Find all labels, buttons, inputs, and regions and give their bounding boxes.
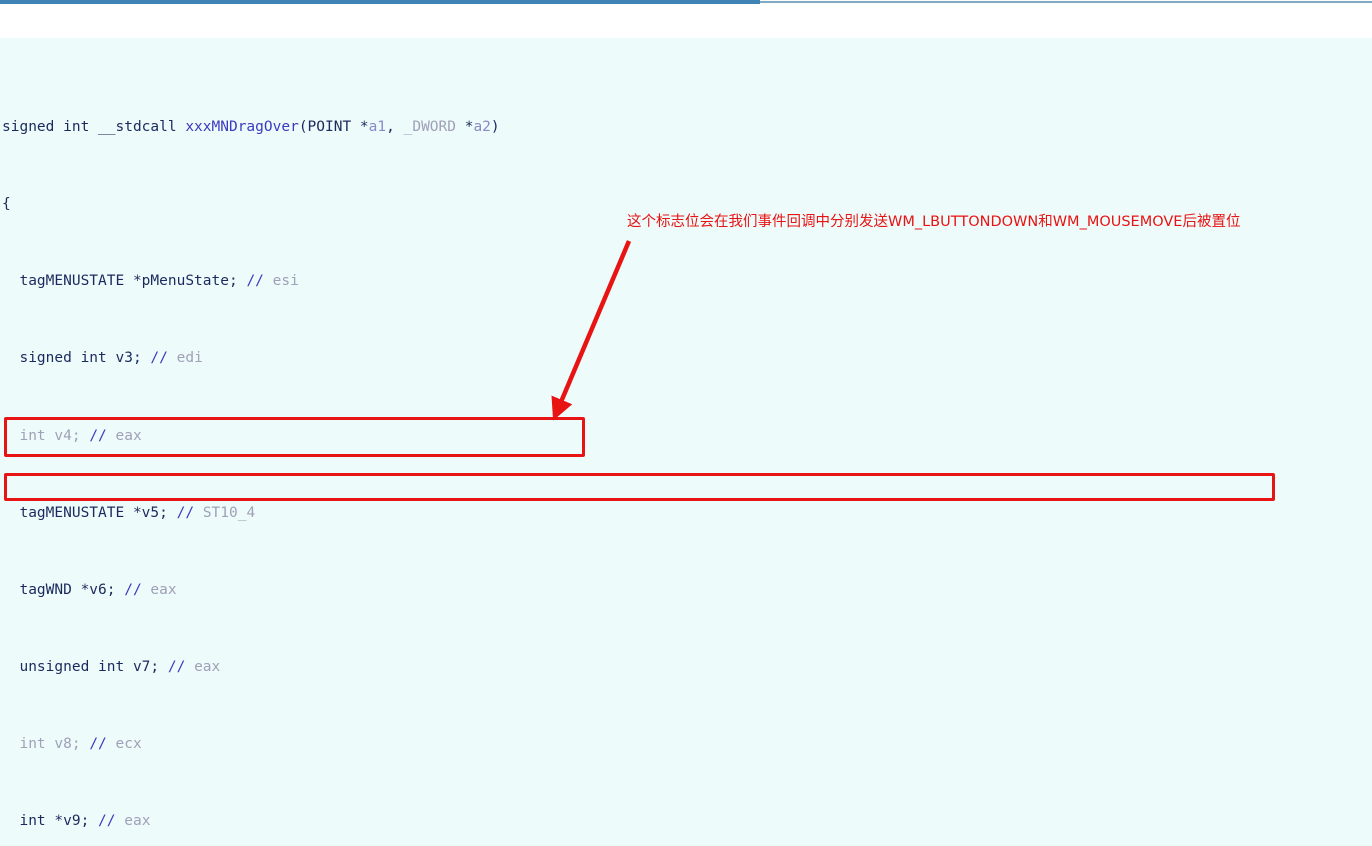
- code-line[interactable]: signed int __stdcall xxxMNDragOver(POINT…: [0, 118, 1372, 137]
- code-line[interactable]: int v4; // eax: [0, 427, 1372, 446]
- pseudocode-listing[interactable]: signed int __stdcall xxxMNDragOver(POINT…: [0, 0, 1372, 846]
- code-line[interactable]: signed int v3; // edi: [0, 349, 1372, 368]
- code-line[interactable]: unsigned int v7; // eax: [0, 658, 1372, 677]
- code-line[interactable]: int v8; // ecx: [0, 735, 1372, 754]
- pseudocode-window: signed int __stdcall xxxMNDragOver(POINT…: [0, 0, 1372, 846]
- code-line[interactable]: tagMENUSTATE *pMenuState; // esi: [0, 272, 1372, 291]
- code-line[interactable]: {: [0, 195, 1372, 214]
- code-line[interactable]: tagMENUSTATE *v5; // ST10_4: [0, 504, 1372, 523]
- code-line[interactable]: tagWND *v6; // eax: [0, 581, 1372, 600]
- code-line[interactable]: int *v9; // eax: [0, 812, 1372, 831]
